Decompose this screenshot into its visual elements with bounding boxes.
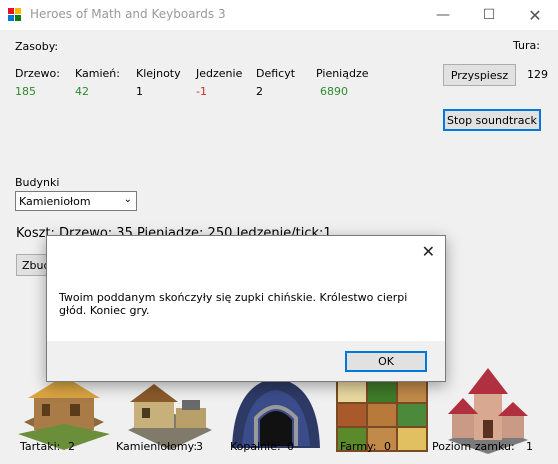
castle-level-label: Poziom zamku: [432, 440, 515, 453]
close-icon[interactable]: ✕ [512, 0, 558, 30]
sawmills-value: 2 [68, 440, 75, 453]
window-title: Heroes of Math and Keyboards 3 [30, 7, 226, 21]
deficit-value: 2 [256, 85, 263, 98]
stop-soundtrack-button[interactable]: Stop soundtrack [443, 109, 541, 131]
deficit-label: Deficyt [256, 67, 296, 80]
sawmills-label: Tartaki: [20, 440, 61, 453]
title-bar: Heroes of Math and Keyboards 3 — ☐ ✕ [0, 0, 558, 30]
building-select[interactable]: Kamieniołom ⌄ [15, 191, 137, 211]
maximize-icon[interactable]: ☐ [466, 0, 512, 30]
money-label: Pieniądze [316, 67, 369, 80]
gems-label: Klejnoty [136, 67, 181, 80]
stone-value: 42 [75, 85, 89, 98]
mines-label: Kopalnie: [230, 440, 281, 453]
quarries-value: 3 [196, 440, 203, 453]
resources-heading: Zasoby: [15, 40, 59, 53]
building-select-value: Kamieniołom [19, 195, 91, 208]
gems-value: 1 [136, 85, 143, 98]
wood-value: 185 [15, 85, 36, 98]
game-over-dialog: ✕ Twoim poddanym skończyły się zupki chi… [46, 235, 446, 382]
mines-value: 0 [287, 440, 294, 453]
quarries-label: Kamieniołomy: [116, 440, 198, 453]
farms-label: Farmy: [340, 440, 377, 453]
buildings-label: Budynki [15, 176, 60, 189]
wood-label: Drzewo: [15, 67, 60, 80]
app-icon [8, 8, 22, 22]
minimize-icon[interactable]: — [420, 0, 466, 30]
ok-button[interactable]: OK [345, 351, 427, 372]
farms-value: 0 [384, 440, 391, 453]
dialog-footer: OK [47, 341, 445, 381]
turn-value: 129 [527, 68, 548, 81]
castle-level-value: 1 [526, 440, 533, 453]
chevron-down-icon: ⌄ [123, 194, 132, 205]
food-label: Jedzenie [196, 67, 243, 80]
turn-label: Tura: [513, 39, 540, 52]
stone-label: Kamień: [75, 67, 120, 80]
money-value: 6890 [320, 85, 348, 98]
dialog-close-icon[interactable]: ✕ [422, 242, 435, 261]
dialog-message: Twoim poddanym skończyły się zupki chińs… [59, 291, 408, 317]
food-value: -1 [196, 85, 207, 98]
speed-up-button[interactable]: Przyspiesz [443, 64, 516, 86]
